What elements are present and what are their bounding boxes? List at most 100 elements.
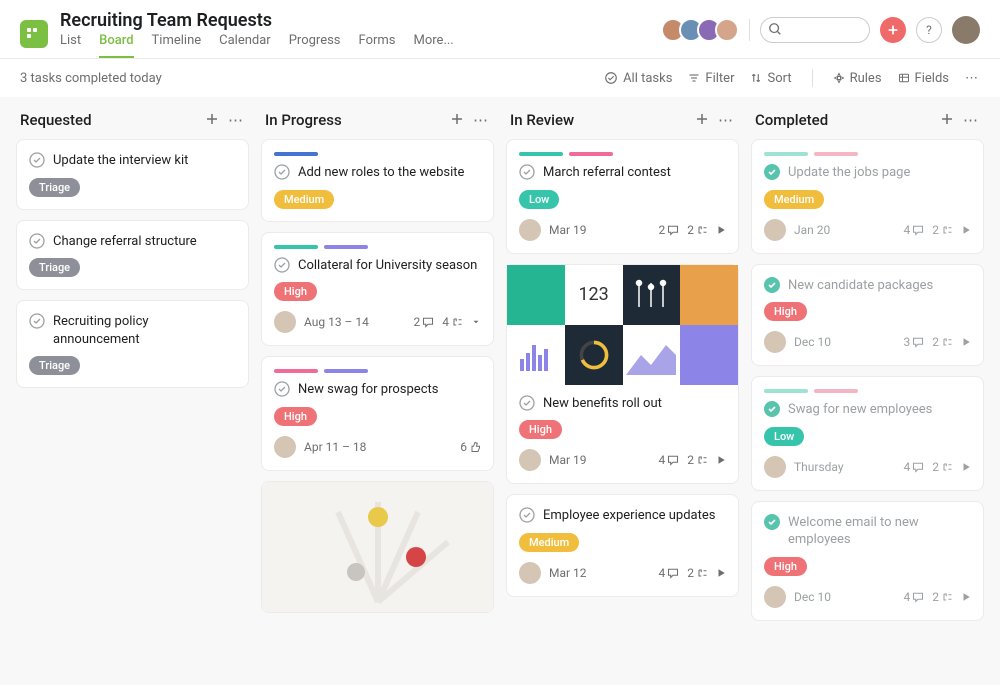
filter-button[interactable]: Filter xyxy=(688,71,734,86)
fields-button[interactable]: Fields xyxy=(898,71,949,86)
task-card[interactable]: Change referral structure Triage xyxy=(16,220,249,291)
complete-check-icon[interactable] xyxy=(764,277,780,293)
play-icon[interactable] xyxy=(961,225,971,235)
task-card[interactable]: Update the jobs pageMediumJan 204 2 xyxy=(751,139,984,254)
task-title: Collateral for University season xyxy=(298,257,477,275)
task-card[interactable]: Update the interview kitTriage xyxy=(16,139,249,210)
play-icon[interactable] xyxy=(716,225,726,235)
comment-count: 4 xyxy=(904,223,925,237)
add-card-button[interactable] xyxy=(204,111,220,129)
complete-check-icon[interactable] xyxy=(519,395,535,411)
column-completed: Completed⋯Update the jobs pageMediumJan … xyxy=(751,105,984,677)
add-button[interactable] xyxy=(880,17,906,43)
task-card[interactable]: March referral contestLowMar 192 2 xyxy=(506,139,739,254)
task-card[interactable]: Collateral for University seasonHighAug … xyxy=(261,232,494,347)
tab-forms[interactable]: Forms xyxy=(359,33,396,58)
all-tasks-filter[interactable]: All tasks xyxy=(604,71,672,86)
assignee-avatar[interactable] xyxy=(519,562,541,584)
user-avatar[interactable] xyxy=(952,16,980,44)
rules-button[interactable]: Rules xyxy=(833,71,882,86)
task-card[interactable]: Recruiting policy announcementTriage xyxy=(16,300,249,388)
priority-tag: Triage xyxy=(29,258,80,277)
comment-count: 4 xyxy=(659,566,680,580)
task-card[interactable]: Add new roles to the website Medium xyxy=(261,139,494,222)
task-card[interactable]: Employee experience updatesMediumMar 124… xyxy=(506,494,739,597)
complete-check-icon[interactable] xyxy=(764,514,780,530)
comment-count: 3 xyxy=(904,335,925,349)
add-card-button[interactable] xyxy=(694,111,710,129)
complete-check-icon[interactable] xyxy=(519,507,535,523)
tab-list[interactable]: List xyxy=(60,33,81,58)
category-stripes xyxy=(274,152,481,156)
task-card[interactable]: Welcome email to new employeesHighDec 10… xyxy=(751,501,984,621)
complete-check-icon[interactable] xyxy=(29,313,45,329)
due-date: Aug 13 – 14 xyxy=(304,315,406,329)
tab-timeline[interactable]: Timeline xyxy=(152,33,202,58)
priority-tag: Medium xyxy=(274,190,334,209)
column-menu[interactable]: ⋯ xyxy=(228,111,245,129)
complete-check-icon[interactable] xyxy=(29,233,45,249)
column-menu[interactable]: ⋯ xyxy=(473,111,490,129)
task-card[interactable]: 123New benefits roll outHighMar 194 2 xyxy=(506,264,739,485)
member-avatar[interactable] xyxy=(715,18,739,42)
task-title: Change referral structure xyxy=(53,233,197,251)
complete-check-icon[interactable] xyxy=(764,401,780,417)
due-date: Mar 19 xyxy=(549,453,651,467)
task-title: Add new roles to the website xyxy=(298,164,464,182)
complete-check-icon[interactable] xyxy=(274,257,290,273)
assignee-avatar[interactable] xyxy=(519,219,541,241)
play-icon[interactable] xyxy=(961,592,971,602)
tab-progress[interactable]: Progress xyxy=(289,33,341,58)
complete-check-icon[interactable] xyxy=(29,152,45,168)
due-date: Thursday xyxy=(794,460,896,474)
project-members[interactable] xyxy=(661,18,739,42)
assignee-avatar[interactable] xyxy=(764,456,786,478)
subtask-count: 4 xyxy=(442,315,463,329)
priority-tag: High xyxy=(274,407,317,426)
complete-check-icon[interactable] xyxy=(274,164,290,180)
tab-more[interactable]: More... xyxy=(414,33,454,58)
task-title: March referral contest xyxy=(543,164,671,182)
play-icon[interactable] xyxy=(716,568,726,578)
assignee-avatar[interactable] xyxy=(764,331,786,353)
assignee-avatar[interactable] xyxy=(764,219,786,241)
column-title: Requested xyxy=(20,111,204,129)
column-requested: Requested ⋯ Update the interview kitTriage… xyxy=(16,105,249,677)
subtask-count: 2 xyxy=(932,335,953,349)
complete-check-icon[interactable] xyxy=(519,164,535,180)
task-card[interactable]: New swag for prospectsHighApr 11 – 186 xyxy=(261,356,494,471)
sort-button[interactable]: Sort xyxy=(750,71,791,86)
tab-calendar[interactable]: Calendar xyxy=(219,33,271,58)
priority-tag: Low xyxy=(764,427,804,446)
add-card-button[interactable] xyxy=(449,111,465,129)
task-card[interactable]: Swag for new employeesLowThursday4 2 xyxy=(751,376,984,491)
comment-count: 4 xyxy=(659,453,680,467)
add-card-button[interactable] xyxy=(939,111,955,129)
priority-tag: Triage xyxy=(29,178,80,197)
assignee-avatar[interactable] xyxy=(519,449,541,471)
task-card[interactable]: New candidate packagesHighDec 103 2 xyxy=(751,264,984,367)
due-date: Apr 11 – 18 xyxy=(304,440,452,454)
play-icon[interactable] xyxy=(961,337,971,347)
priority-tag: Triage xyxy=(29,356,80,375)
chevron-down-icon[interactable] xyxy=(471,317,481,327)
complete-check-icon[interactable] xyxy=(274,381,290,397)
column-in-review: In Review⋯March referral contestLowMar 1… xyxy=(506,105,739,677)
app-logo[interactable] xyxy=(20,20,48,48)
complete-check-icon[interactable] xyxy=(764,164,780,180)
more-menu[interactable]: ⋯ xyxy=(965,71,980,86)
assignee-avatar[interactable] xyxy=(274,436,296,458)
task-title: New candidate packages xyxy=(788,277,933,295)
tab-board[interactable]: Board xyxy=(99,33,133,58)
column-menu[interactable]: ⋯ xyxy=(963,111,980,129)
assignee-avatar[interactable] xyxy=(764,586,786,608)
task-card[interactable] xyxy=(261,481,494,613)
help-button[interactable]: ? xyxy=(916,17,942,43)
search-box[interactable] xyxy=(760,17,870,43)
task-title: New benefits roll out xyxy=(543,395,662,413)
column-menu[interactable]: ⋯ xyxy=(718,111,735,129)
play-icon[interactable] xyxy=(961,462,971,472)
due-date: Dec 10 xyxy=(794,590,896,604)
assignee-avatar[interactable] xyxy=(274,311,296,333)
play-icon[interactable] xyxy=(716,455,726,465)
